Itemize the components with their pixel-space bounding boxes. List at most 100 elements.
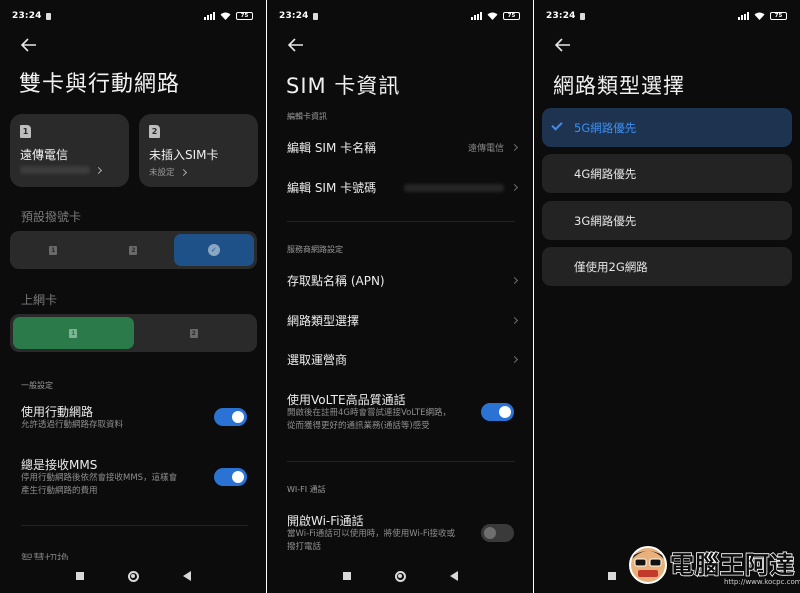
divider (287, 221, 515, 222)
back-button[interactable] (182, 571, 191, 581)
wifi-calling-desc-line1: 當Wi-Fi通話可以使用時，將使用Wi-Fi接收或 (287, 529, 456, 539)
navigation-bar (0, 559, 266, 593)
watermark-url: http://www.kocpc.com.tw (724, 578, 800, 586)
divider (21, 525, 248, 526)
checkmark-icon (551, 119, 563, 131)
edit-card-header: 編輯卡資訊 (287, 112, 327, 121)
mobile-data-title: 使用行動網路 (21, 405, 94, 419)
sim2-icon: 2 (149, 125, 160, 138)
mms-desc-line1: 停用行動網路後依然會接收MMS，這樣會 (21, 473, 178, 483)
general-settings-header: 一般設定 (21, 381, 53, 390)
dual-sim-screen: 23:24 75 雙卡與行動網路 1 遠傳電信 2 未插入SIM卡 未設定 預設… (0, 0, 266, 593)
option-5g[interactable]: 5G網路優先 (542, 108, 792, 147)
signal-icon (738, 12, 749, 20)
sim2-status: 未設定 (149, 168, 175, 178)
mms-toggle[interactable] (214, 468, 247, 486)
data-card-selector: 1 2 (10, 314, 257, 352)
data-option-sim2[interactable]: 2 (134, 317, 255, 349)
option-3g[interactable]: 3G網路優先 (542, 201, 792, 240)
edit-sim-number-label: 編輯 SIM 卡號碼 (287, 181, 377, 195)
chevron-right-icon (510, 316, 519, 325)
default-call-label: 預設撥號卡 (21, 210, 82, 224)
signal-icon (204, 12, 215, 20)
mobile-data-toggle[interactable] (214, 408, 247, 426)
back-arrow-icon[interactable] (553, 36, 573, 54)
mascot-logo-icon (629, 546, 667, 584)
data-card-label: 上網卡 (21, 293, 58, 307)
back-button[interactable] (449, 571, 458, 581)
sim-info-screen: 23:24 75 SIM 卡資訊 編輯卡資訊 編輯 SIM 卡名稱 遠傳電信 編… (267, 0, 533, 593)
chevron-right-icon (510, 355, 519, 364)
status-time: 23:24 (279, 11, 309, 21)
default-call-selector: 1 2 ✓ (10, 231, 257, 269)
back-arrow-icon[interactable] (19, 36, 39, 54)
volte-toggle[interactable] (481, 403, 514, 421)
carrier-settings-header: 服務商網路設定 (287, 245, 343, 254)
wifi-calling-desc-line2: 撥打電話 (287, 542, 322, 552)
chevron-right-icon (179, 168, 187, 176)
chevron-right-icon (510, 276, 519, 285)
edit-sim-number-row[interactable]: 編輯 SIM 卡號碼 (287, 179, 519, 196)
page-title: SIM 卡資訊 (286, 74, 401, 98)
home-button[interactable] (127, 570, 139, 582)
mobile-data-desc: 允許透過行動網路存取資料 (21, 420, 124, 430)
sim1-icon: 1 (20, 125, 31, 138)
battery-icon: 75 (236, 12, 253, 20)
sim1-card[interactable]: 1 遠傳電信 (10, 114, 129, 187)
apn-row[interactable]: 存取點名稱 (APN) (287, 272, 519, 289)
chevron-right-icon (510, 183, 519, 192)
recents-button[interactable] (342, 572, 351, 580)
network-type-screen: 23:24 75 網路類型選擇 5G網路優先 4G網路優先 3G網路優先 僅使用… (534, 0, 800, 593)
sim-number-redacted (404, 183, 504, 192)
battery-icon: 75 (770, 12, 787, 20)
operator-row[interactable]: 選取運營商 (287, 351, 519, 368)
sim2-mini-icon: 2 (189, 328, 198, 338)
wifi-calling-toggle[interactable] (481, 524, 514, 542)
volte-desc-line1: 開啟後在註冊4G時會嘗試連接VoLTE網路， (287, 408, 451, 418)
status-bar: 23:24 75 (0, 0, 266, 32)
call-option-ask[interactable]: ✓ (173, 234, 254, 266)
home-button[interactable] (394, 570, 406, 582)
sim1-number-redacted (20, 166, 90, 174)
edit-sim-name-value: 遠傳電信 (467, 144, 504, 154)
sim-status-icon (579, 12, 585, 20)
sim2-mini-icon: 2 (129, 245, 138, 255)
mms-desc-line2: 產生行動網路的費用 (21, 486, 98, 496)
option-2g[interactable]: 僅使用2G網路 (542, 247, 792, 286)
edit-sim-name-row[interactable]: 編輯 SIM 卡名稱 遠傳電信 (287, 139, 519, 156)
chevron-right-icon (510, 143, 519, 152)
wifi-calling-title: 開啟Wi-Fi通話 (287, 514, 364, 528)
sim1-mini-icon: 1 (69, 328, 78, 338)
page-title: 網路類型選擇 (553, 74, 685, 98)
call-option-sim1[interactable]: 1 (13, 234, 93, 266)
navigation-bar (267, 559, 533, 593)
edit-sim-name-label: 編輯 SIM 卡名稱 (287, 141, 377, 155)
wifi-calling-header: WI-FI 通話 (287, 485, 326, 494)
sim2-name: 未插入SIM卡 (149, 148, 219, 162)
wifi-icon (487, 12, 498, 20)
sim-status-icon (312, 12, 318, 20)
volte-title: 使用VoLTE高品質通話 (287, 393, 406, 407)
network-type-label: 網路類型選擇 (287, 314, 360, 328)
sim2-card[interactable]: 2 未插入SIM卡 未設定 (139, 114, 258, 187)
wifi-icon (754, 12, 765, 20)
back-arrow-icon[interactable] (286, 36, 306, 54)
signal-icon (471, 12, 482, 20)
data-option-sim1[interactable]: 1 (13, 317, 134, 349)
wifi-icon (220, 12, 231, 20)
divider (287, 461, 515, 462)
network-type-row[interactable]: 網路類型選擇 (287, 312, 519, 329)
option-4g[interactable]: 4G網路優先 (542, 154, 792, 193)
check-circle-icon: ✓ (207, 244, 220, 256)
recents-button[interactable] (608, 572, 616, 580)
mms-title: 總是接收MMS (21, 458, 98, 472)
option-2g-label: 僅使用2G網路 (574, 259, 648, 274)
option-5g-label: 5G網路優先 (574, 120, 637, 135)
call-option-sim2[interactable]: 2 (93, 234, 173, 266)
recents-button[interactable] (75, 572, 84, 580)
volte-desc-line2: 從而獲得更好的通訊業務(通話等)感受 (287, 421, 430, 431)
battery-icon: 75 (503, 12, 520, 20)
option-4g-label: 4G網路優先 (574, 166, 637, 181)
chevron-right-icon (94, 166, 103, 174)
site-watermark: 電腦王阿達 http://www.kocpc.com.tw (626, 539, 800, 589)
